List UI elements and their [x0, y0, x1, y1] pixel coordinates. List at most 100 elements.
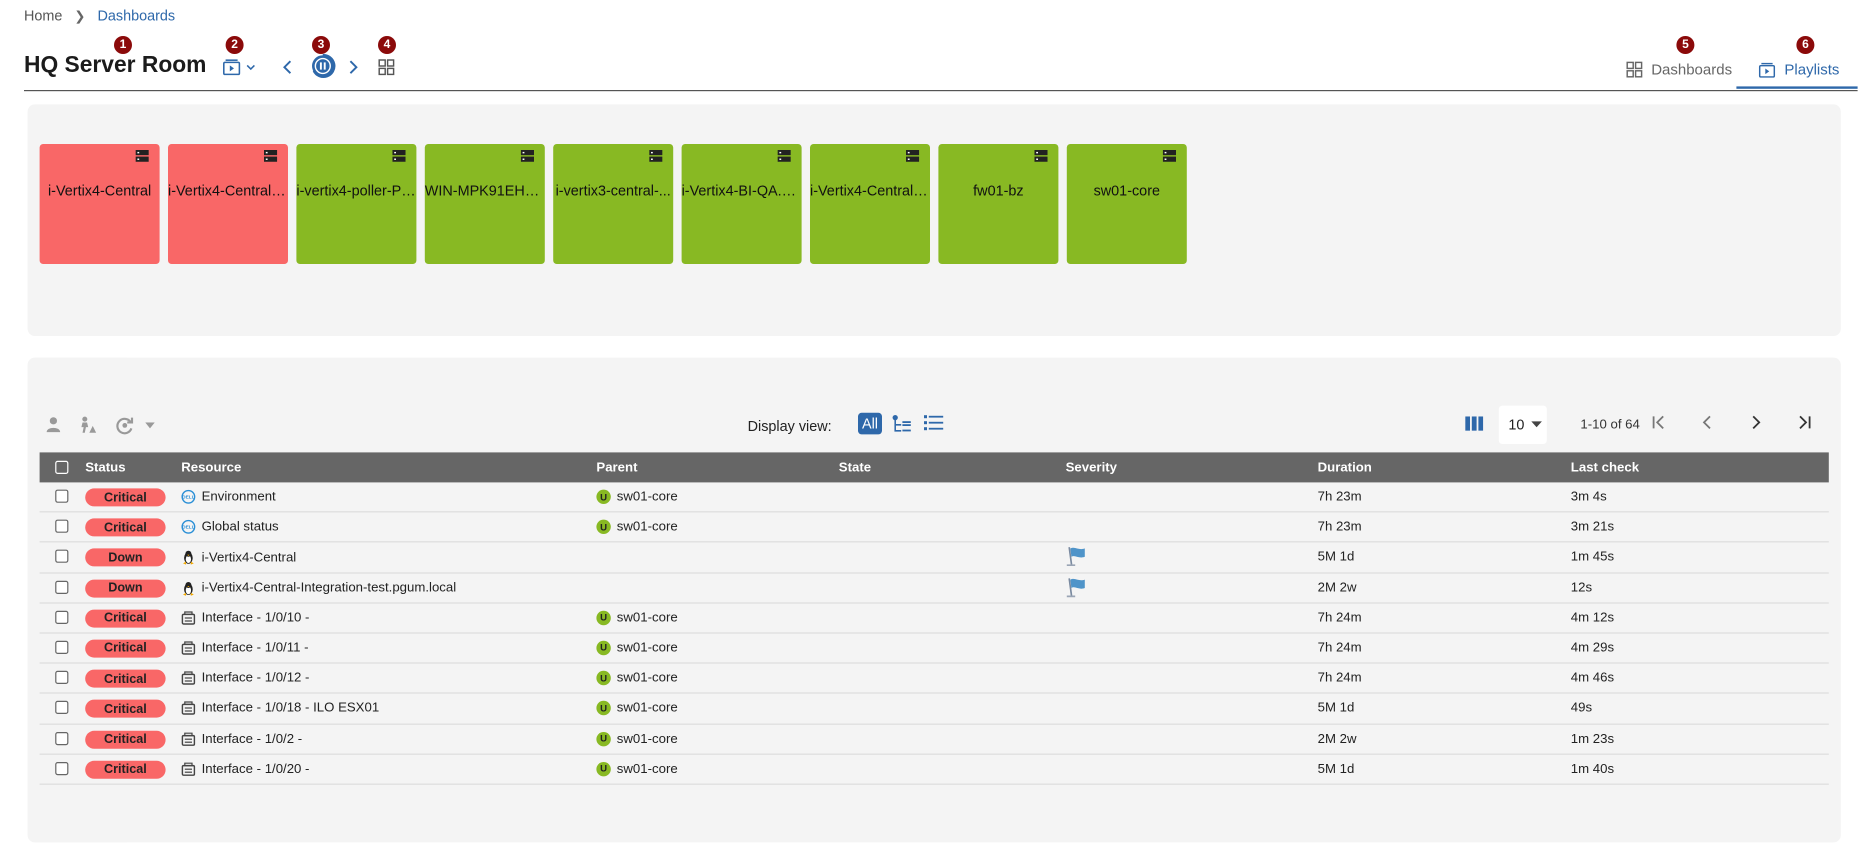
- tab-playlists[interactable]: Playlists: [1758, 55, 1839, 84]
- row-checkbox[interactable]: [55, 731, 69, 745]
- last-check-cell: 3m 21s: [1570, 519, 1615, 535]
- status-badge: Down: [85, 579, 166, 598]
- interface-icon: [181, 701, 196, 716]
- table-row[interactable]: Critical DELL Environment Usw01-core 7h 23m 3…: [39, 482, 1829, 513]
- columns-icon[interactable]: [1465, 416, 1484, 431]
- rows-per-page-select[interactable]: 10: [1498, 405, 1547, 445]
- column-header-parent[interactable]: Parent: [596, 461, 637, 475]
- resource-tile[interactable]: i-Vertix4-BI-QA.pgum: [681, 144, 802, 264]
- row-checkbox[interactable]: [55, 701, 69, 715]
- tree-view-icon[interactable]: [892, 414, 914, 434]
- view-all-button[interactable]: All: [858, 412, 883, 435]
- pause-button[interactable]: [310, 53, 336, 78]
- breadcrumb-dashboards[interactable]: Dashboards: [97, 7, 175, 24]
- row-checkbox[interactable]: [55, 670, 69, 685]
- tile-label: i-Vertix4-Central-Integration-test.pgum.…: [168, 182, 288, 200]
- server-icon: [777, 150, 791, 162]
- row-checkbox[interactable]: [55, 640, 69, 654]
- resource-tile[interactable]: i-vertix3-central-...: [553, 144, 674, 264]
- list-view-icon[interactable]: [924, 414, 944, 432]
- parent-name: sw01-core: [616, 610, 678, 625]
- next-page-icon[interactable]: [1747, 414, 1764, 431]
- last-page-icon[interactable]: [1795, 414, 1812, 431]
- tile-label: i-Vertix4-Central-...: [810, 182, 931, 200]
- refresh-check-icon[interactable]: [114, 415, 136, 435]
- tab-dashboards[interactable]: Dashboards: [1626, 55, 1732, 84]
- tile-label: sw01-core: [1093, 182, 1161, 200]
- svg-text:DELL: DELL: [182, 525, 195, 531]
- status-badge: Critical: [85, 730, 166, 749]
- parent-status-badge: U: [596, 701, 611, 716]
- table-row[interactable]: Critical Interface - 1/0/18 - ILO ESX01 Us…: [39, 694, 1829, 725]
- table-row[interactable]: Down i-Vertix4-Central 5M 1d 1m 45s: [39, 543, 1829, 574]
- resource-tile[interactable]: i-vertix4-poller-PGUM: [296, 144, 417, 264]
- first-page-icon[interactable]: [1651, 414, 1668, 431]
- table-row[interactable]: Critical Interface - 1/0/11 - Usw01-core 7h…: [39, 634, 1829, 664]
- breadcrumb-home[interactable]: Home: [24, 7, 62, 24]
- dell-icon: DELL: [181, 520, 196, 534]
- next-button[interactable]: [346, 55, 360, 79]
- interface-icon: [181, 611, 196, 625]
- column-header-last-check[interactable]: Last check: [1571, 461, 1639, 475]
- parent-cell: Usw01-core: [596, 640, 678, 656]
- grid-view-button[interactable]: [378, 55, 395, 79]
- tile-label: fw01-bz: [973, 182, 1024, 200]
- select-all-checkbox[interactable]: [55, 460, 69, 475]
- previous-page-icon[interactable]: [1699, 414, 1716, 431]
- row-checkbox[interactable]: [55, 550, 69, 564]
- interface-icon: [181, 641, 196, 655]
- linux-icon: [183, 581, 194, 596]
- caret-down-icon: [1531, 421, 1543, 428]
- page: Home ❯ Dashboards HQ Server Room 1 2 3 4…: [0, 0, 1872, 867]
- playlist-select-button[interactable]: [222, 55, 257, 79]
- resource-table-panel: Display view: All 10 1-10 of 64 Status R…: [27, 357, 1841, 843]
- table-row[interactable]: Critical DELL Global status Usw01-core 7h 23…: [39, 513, 1829, 543]
- table-row[interactable]: Critical Interface - 1/0/2 - Usw01-core 2M …: [39, 724, 1829, 755]
- previous-button[interactable]: [281, 55, 295, 79]
- resource-tile[interactable]: i-Vertix4-Central: [39, 144, 160, 264]
- resource-cell: Interface - 1/0/2 -: [181, 731, 302, 746]
- resource-tile[interactable]: sw01-core: [1066, 144, 1187, 264]
- row-checkbox[interactable]: [55, 761, 69, 775]
- resource-tile[interactable]: WIN-MPK91EH6...: [424, 144, 545, 264]
- parent-cell: Usw01-core: [596, 670, 678, 686]
- resource-tile[interactable]: i-Vertix4-Central-...: [810, 144, 931, 264]
- resource-tile[interactable]: fw01-bz: [938, 144, 1059, 264]
- row-checkbox[interactable]: [55, 519, 69, 534]
- resource-name: Interface - 1/0/11 -: [201, 640, 309, 656]
- table-row[interactable]: Critical Interface - 1/0/20 - Usw01-core 5M…: [39, 754, 1829, 785]
- duration-cell: 2M 2w: [1317, 731, 1357, 746]
- last-check-cell: 4m 29s: [1570, 640, 1615, 656]
- status-badge: Critical: [85, 669, 166, 688]
- caret-down-icon[interactable]: [145, 422, 155, 429]
- table-row[interactable]: Down i-Vertix4-Central-Integration-test.p…: [39, 573, 1829, 604]
- duration-cell: 5M 1d: [1317, 701, 1355, 716]
- acknowledge-icon[interactable]: [44, 415, 62, 433]
- column-header-state[interactable]: State: [839, 461, 871, 475]
- last-check-cell: 49s: [1570, 701, 1593, 716]
- column-header-duration[interactable]: Duration: [1318, 461, 1372, 475]
- table-body: Critical DELL Environment Usw01-core 7h 23m 3…: [39, 482, 1829, 785]
- tile-label: i-vertix4-poller-PGUM: [296, 182, 416, 200]
- table-row[interactable]: Critical Interface - 1/0/10 - Usw01-core 7h…: [39, 603, 1829, 634]
- row-checkbox[interactable]: [55, 580, 69, 594]
- table-row[interactable]: Critical Interface - 1/0/12 - Usw01-core 7h…: [39, 664, 1829, 694]
- column-header-severity[interactable]: Severity: [1066, 461, 1117, 475]
- rows-per-page-value: 10: [1508, 416, 1525, 434]
- display-view-label: Display view:: [747, 417, 832, 435]
- server-icon: [906, 150, 920, 162]
- parent-name: sw01-core: [616, 519, 678, 535]
- playlist-icon: [1758, 62, 1776, 78]
- downtime-icon[interactable]: [78, 415, 98, 434]
- status-badge: Critical: [85, 760, 166, 779]
- column-header-resource[interactable]: Resource: [181, 461, 241, 475]
- row-checkbox[interactable]: [55, 489, 69, 503]
- column-header-status[interactable]: Status: [85, 461, 125, 475]
- duration-cell: 7h 24m: [1317, 670, 1362, 686]
- resource-tile[interactable]: i-Vertix4-Central-Integration-test.pgum.…: [168, 144, 288, 264]
- parent-status-badge: U: [596, 761, 611, 777]
- resource-name: Interface - 1/0/10 -: [201, 610, 310, 625]
- row-checkbox[interactable]: [55, 610, 69, 624]
- grid-icon: [1626, 61, 1643, 78]
- chevron-right-icon: [349, 60, 358, 74]
